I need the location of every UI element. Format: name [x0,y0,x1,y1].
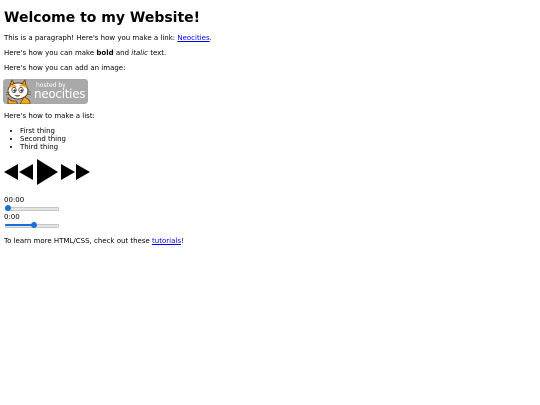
formatting-text: Here's how you can make [4,49,97,57]
page: Welcome to my Website! This is a paragra… [0,0,540,405]
badge-big-text: neocities [34,87,86,101]
paragraph-formatting: Here's how you can make bold and italic … [4,49,166,58]
list-item: Third thing [4,143,66,151]
bullet-list: First thing Second thing Third thing [4,127,66,151]
bold-text: bold [96,49,114,57]
hosted-by-neocities-badge[interactable]: hosted by neocities [3,79,88,104]
tutorials-link[interactable]: tutorials [152,237,181,245]
play-icon[interactable] [37,159,58,185]
footer-text: To learn more HTML/CSS, check out these [4,237,153,245]
paragraph-text: This is a paragraph! Here's how you make… [4,34,178,42]
formatting-text-end: text. [147,49,167,57]
footer-paragraph: To learn more HTML/CSS, check out these … [4,237,184,246]
player1-time: 00:00 [4,196,25,204]
footer-text-end: ! [180,237,184,245]
slider-fill [5,224,35,226]
page-title: Welcome to my Website! [4,10,201,26]
list-item: First thing [4,127,66,135]
paragraph-text-end: . [209,34,212,42]
neocities-cat-icon [5,79,32,104]
fast-forward-icon[interactable] [61,164,90,180]
paragraph-image-intro: Here's how you can add an image: [4,64,126,72]
formatting-text-middle: and [113,49,132,57]
italic-text: italic [131,49,148,57]
player1-seek-slider[interactable] [5,205,59,211]
list-intro: Here's how to make a list: [4,112,95,120]
player2-seek-slider[interactable] [5,222,59,228]
rewind-icon[interactable] [4,164,33,180]
slider-thumb[interactable] [5,205,11,211]
list-item: Second thing [4,135,66,143]
slider-track [5,207,59,211]
player2-time: 0:00 [4,213,20,221]
paragraph-link: This is a paragraph! Here's how you make… [4,34,212,43]
neocities-link[interactable]: Neocities [177,34,209,42]
